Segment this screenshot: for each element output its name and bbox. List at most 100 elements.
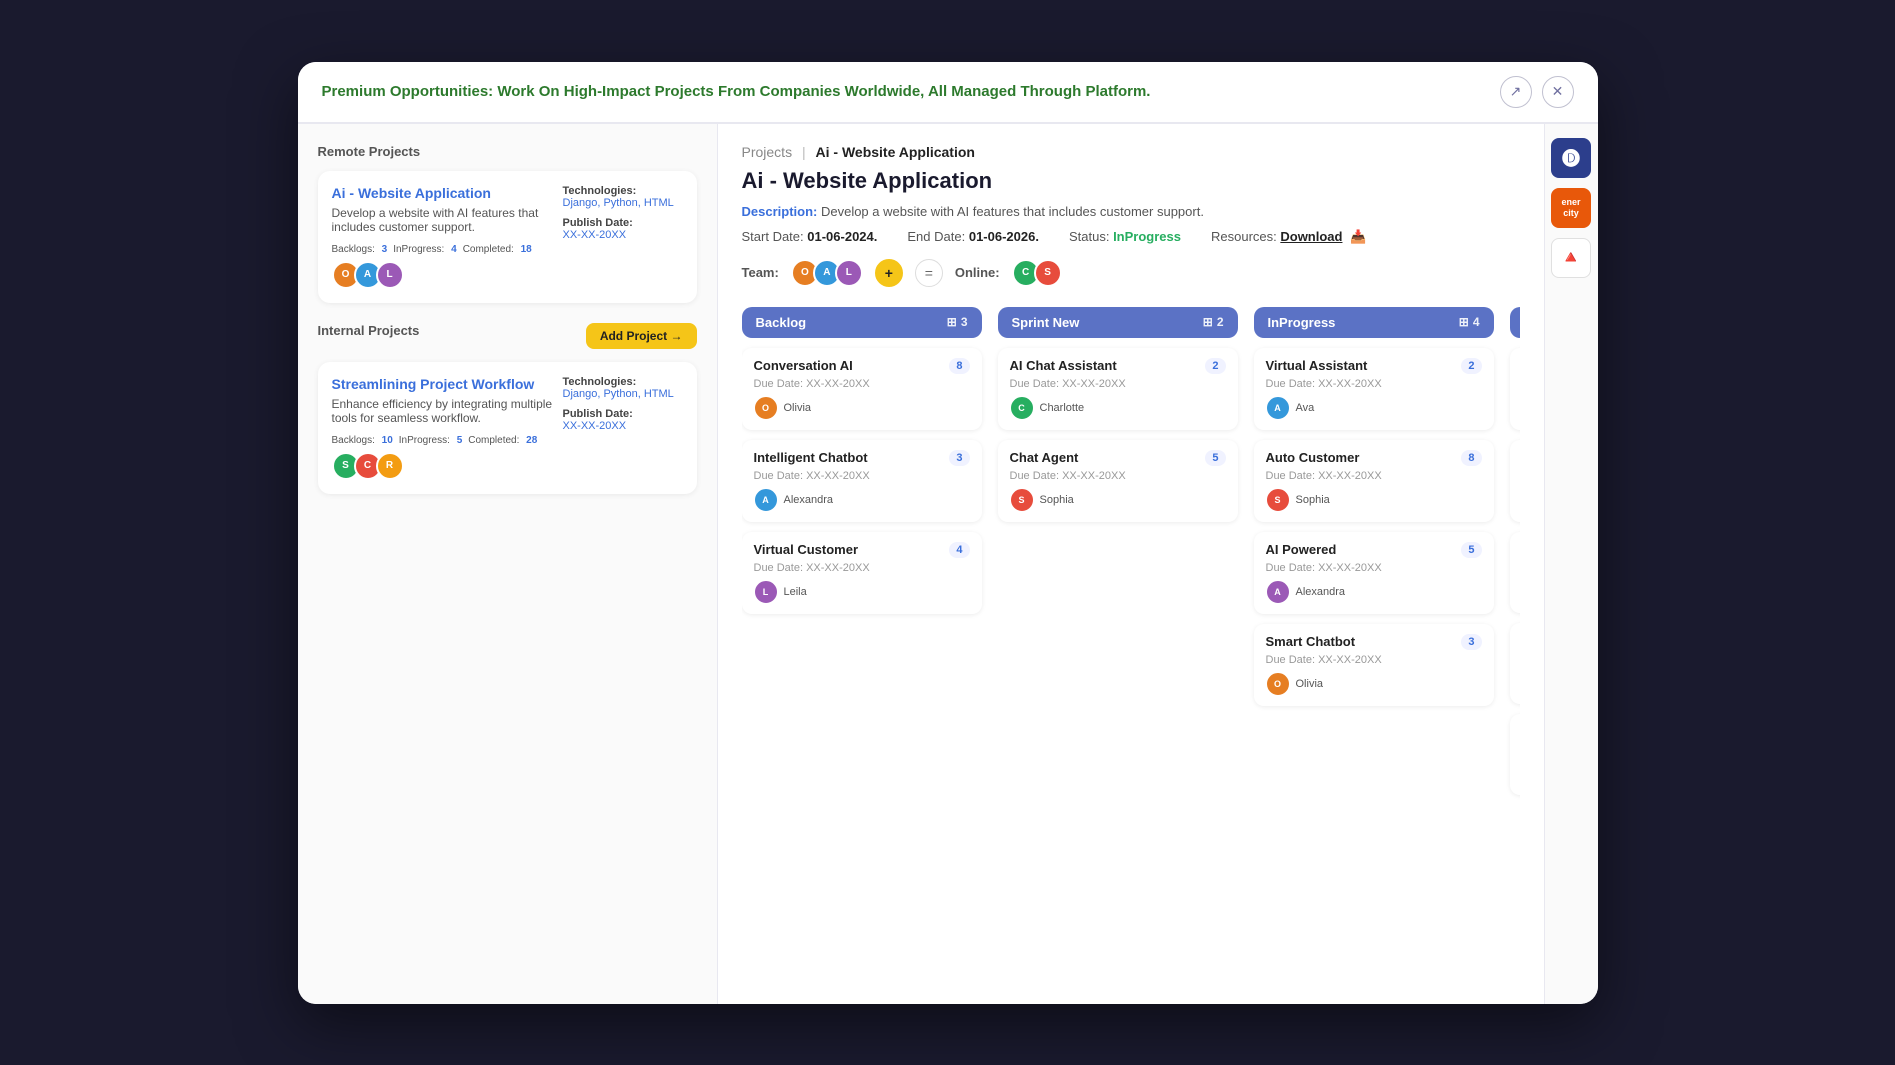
task-due-date: Due Date: XX-XX-20XX xyxy=(1266,654,1482,666)
int-completed-badge: Completed: 28 xyxy=(468,435,537,446)
completed-badge: Completed: 18 xyxy=(463,244,532,255)
kanban-column-backlog: Backlog ⊞ 3 Conversation AI8Due Date: XX-X… xyxy=(742,307,982,805)
task-due-date: Due Date: XX-XX-20XX xyxy=(1266,470,1482,482)
kanban-column-inprogress: InProgress⊞ 4Virtual Assistant2Due Date:… xyxy=(1254,307,1494,805)
backlogs-badge: Backlogs: 3 xyxy=(332,244,388,255)
task-card[interactable]: Chatbot Processing8Due Date: XX-XX-20XXO… xyxy=(1510,348,1520,430)
task-name: Smart Chatbot xyxy=(1266,634,1456,649)
avatar: C xyxy=(1010,396,1034,420)
task-card[interactable]: Any Help Nee...Due Date: XX-XX-20XXAAlex… xyxy=(1510,714,1520,795)
avatar: L xyxy=(754,580,778,604)
app-layout: Remote Projects Ai - Website Application… xyxy=(298,124,1598,1004)
remote-project-meta-row: Ai - Website Application Develop a websi… xyxy=(332,185,683,289)
avatar: S xyxy=(1010,488,1034,512)
remote-project-tech: Technologies: Django, Python, HTML Publi… xyxy=(563,185,683,241)
task-name: Intelligent Chatbot xyxy=(754,450,944,465)
breadcrumb: Projects | Ai - Website Application xyxy=(742,144,1520,160)
task-due-date: Due Date: XX-XX-20XX xyxy=(754,562,970,574)
task-card[interactable]: Thank you for using AiDue Date: XX-XX-20… xyxy=(1510,532,1520,613)
task-name: Conversation AI xyxy=(754,358,944,373)
task-card[interactable]: Welcome to Ai15Due Date: XX-XX-20XXAAlex… xyxy=(1510,440,1520,522)
assignee-name: Olivia xyxy=(784,402,812,414)
task-count-badge: 4 xyxy=(949,542,969,558)
internal-section-header: Internal Projects Add Project → xyxy=(318,323,697,350)
enercity-icon[interactable]: enercity xyxy=(1551,188,1591,228)
task-assignee-row: A Ava xyxy=(1266,396,1482,420)
remote-project-info: Ai - Website Application Develop a websi… xyxy=(332,185,555,289)
avatar: S xyxy=(1034,259,1062,287)
remote-section-label: Remote Projects xyxy=(318,144,697,159)
assignee-name: Charlotte xyxy=(1040,402,1085,414)
resources: Resources: Download 📥 xyxy=(1211,229,1366,245)
banner-actions: ↗ ✕ xyxy=(1500,76,1574,108)
int-inprogress-badge: InProgress: 5 xyxy=(399,435,462,446)
task-card[interactable]: Auto Customer8Due Date: XX-XX-20XXSSophi… xyxy=(1254,440,1494,522)
avatar: O xyxy=(1266,672,1290,696)
avatar: A xyxy=(754,488,778,512)
column-header-sprint: Sprint New⊞ 2 xyxy=(998,307,1238,338)
start-date: Start Date: 01-06-2024. xyxy=(742,229,878,244)
column-header-inprogress: InProgress⊞ 4 xyxy=(1254,307,1494,338)
avatar: R xyxy=(376,452,404,480)
remote-project-card[interactable]: Ai - Website Application Develop a websi… xyxy=(318,171,697,303)
assignee-name: Sophia xyxy=(1296,494,1330,506)
task-name: Virtual Assistant xyxy=(1266,358,1456,373)
project-details-row: Start Date: 01-06-2024. End Date: 01-06-… xyxy=(742,229,1520,245)
task-assignee-row: SSophia xyxy=(1010,488,1226,512)
task-card[interactable]: AI Powered5Due Date: XX-XX-20XXAAlexandr… xyxy=(1254,532,1494,614)
task-card[interactable]: Chat Agent5Due Date: XX-XX-20XXSSophia xyxy=(998,440,1238,522)
task-name: Virtual Customer xyxy=(754,542,944,557)
expand-button[interactable]: ↗ xyxy=(1500,76,1532,108)
internal-project-card[interactable]: Streamlining Project Workflow Enhance ef… xyxy=(318,362,697,494)
task-assignee-row: AAlexandra xyxy=(1266,580,1482,604)
int-backlogs-badge: Backlogs: 10 xyxy=(332,435,393,446)
internal-project-info: Streamlining Project Workflow Enhance ef… xyxy=(332,376,555,480)
internal-section-label: Internal Projects xyxy=(318,323,420,338)
task-card[interactable]: Virtual Customer 4 Due Date: XX-XX-20XX L Le… xyxy=(742,532,982,614)
kanban-board: Backlog⊞ 3Conversation AI8Due Date: XX-X… xyxy=(742,307,1520,815)
main-content: Projects | Ai - Website Application Ai -… xyxy=(718,124,1544,1004)
task-due-date: Due Date: XX-XX-20XX xyxy=(1010,470,1226,482)
internal-project-desc: Enhance efficiency by integrating multip… xyxy=(332,397,555,425)
dribble-icon[interactable]: 🅓 xyxy=(1551,138,1591,178)
kanban-column-completed: Completed⊞ 18Chatbot Processing8Due Date… xyxy=(1510,307,1520,805)
add-member-button[interactable]: + xyxy=(875,259,903,287)
kanban-column-sprint: Sprint New⊞ 2 AI Chat Assistant2Due Date:… xyxy=(998,307,1238,805)
task-card[interactable]: Ai Chatbot AutoDue Date: XX-XX-20XXLLeil… xyxy=(1510,623,1520,704)
task-count-badge: 5 xyxy=(1461,542,1481,558)
remote-project-title[interactable]: Ai - Website Application xyxy=(332,185,555,201)
task-card[interactable]: Smart Chatbot3Due Date: XX-XX-20XXOOlivi… xyxy=(1254,624,1494,706)
assignee-name: Leila xyxy=(784,586,807,598)
task-card[interactable]: Conversation AI8Due Date: XX-XX-20XXOOli… xyxy=(742,348,982,430)
column-header-backlog: Backlog ⊞ 3 xyxy=(742,307,982,338)
internal-project-meta-row: Streamlining Project Workflow Enhance ef… xyxy=(332,376,683,480)
inprogress-badge: InProgress: 4 xyxy=(393,244,456,255)
status: Status: InProgress xyxy=(1069,229,1181,244)
sidebar: Remote Projects Ai - Website Application… xyxy=(298,124,718,1004)
task-card[interactable]: AI Chat Assistant2Due Date: XX-XX-20XXCC… xyxy=(998,348,1238,430)
remote-project-avatars: O A L xyxy=(332,261,555,289)
task-card[interactable]: Virtual Assistant2Due Date: XX-XX-20XXAA… xyxy=(1254,348,1494,430)
task-assignee-row: SSophia xyxy=(1266,488,1482,512)
task-due-date: Due Date: XX-XX-20XX xyxy=(1266,378,1482,390)
banner-text: Premium Opportunities: Work On High-Impa… xyxy=(322,83,1151,100)
add-project-button[interactable]: Add Project → xyxy=(586,323,697,349)
online-avatars: C S xyxy=(1012,259,1062,287)
task-due-date: Due Date: XX-XX-20XX xyxy=(1266,562,1482,574)
column-count: ⊞ 3 xyxy=(947,315,968,329)
banner: Premium Opportunities: Work On High-Impa… xyxy=(298,62,1598,124)
task-count-badge: 8 xyxy=(1461,450,1481,466)
task-due-date: Due Date: XX-XX-20XX xyxy=(754,470,970,482)
triangle-icon[interactable]: 🔺 xyxy=(1551,238,1591,278)
task-card[interactable]: Intelligent Chatbot3Due Date: XX-XX-20XX… xyxy=(742,440,982,522)
right-panel: 🅓 enercity 🔺 xyxy=(1544,124,1598,1004)
team-menu-button[interactable]: = xyxy=(915,259,943,287)
assignee-name: Olivia xyxy=(1296,678,1324,690)
column-count: ⊞ 4 xyxy=(1459,315,1480,329)
close-button[interactable]: ✕ xyxy=(1542,76,1574,108)
avatar: A xyxy=(1266,396,1290,420)
avatar: A xyxy=(1266,580,1290,604)
assignee-name: Ava xyxy=(1296,402,1315,414)
internal-project-title[interactable]: Streamlining Project Workflow xyxy=(332,376,555,392)
column-name: Backlog xyxy=(756,315,807,330)
